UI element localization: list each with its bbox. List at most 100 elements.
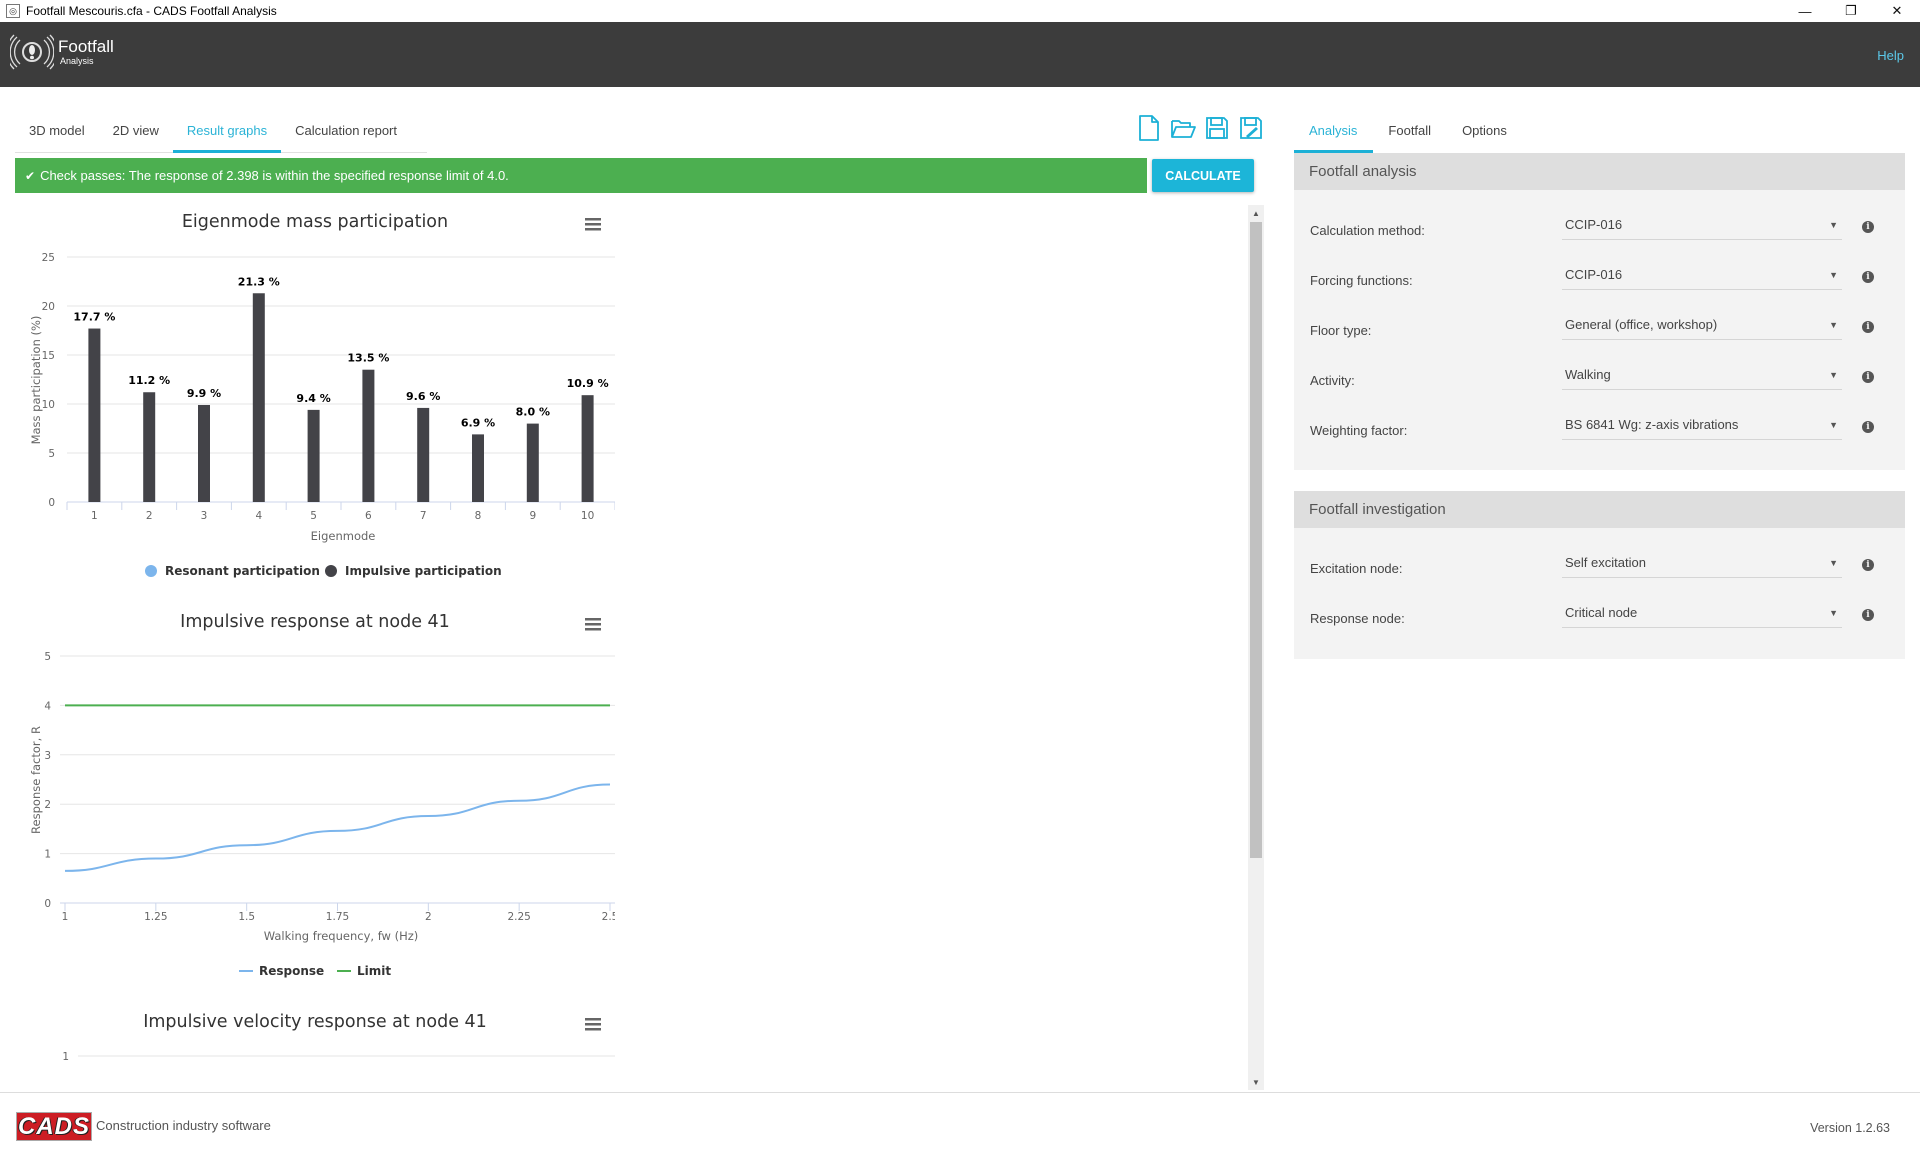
- forcing-functions-select[interactable]: CCIP-016 ▼: [1562, 263, 1842, 290]
- data-label: 9.6 %: [406, 390, 440, 403]
- x-tick-label: 2.5: [602, 911, 615, 923]
- y-tick-label: 25: [42, 252, 55, 264]
- legend-item-impulsive[interactable]: Impulsive participation: [325, 564, 502, 578]
- bar-impulsive: [88, 328, 101, 502]
- weighting-factor-select[interactable]: BS 6841 Wg: z-axis vibrations ▼: [1562, 413, 1842, 440]
- select-value: General (office, workshop): [1565, 317, 1718, 332]
- results-scrollbar[interactable]: ▲ ▼: [1248, 205, 1264, 1090]
- file-toolbar: [1136, 114, 1264, 142]
- field-label: Floor type:: [1310, 323, 1372, 338]
- legend-label-limit: Limit: [357, 964, 391, 978]
- response-node-select[interactable]: Critical node ▼: [1562, 601, 1842, 628]
- tab-calculation-report[interactable]: Calculation report: [281, 115, 411, 153]
- velocity-response-chart: Impulsive velocity response at node 41 1: [15, 1000, 615, 1090]
- impulsive-response-chart-svg: Impulsive response at node 41 012345 1 1.…: [29, 612, 615, 978]
- dropdown-caret-icon: ▼: [1829, 320, 1838, 330]
- tab-2d-view[interactable]: 2D view: [99, 115, 173, 153]
- dropdown-caret-icon: ▼: [1829, 608, 1838, 618]
- dropdown-caret-icon: ▼: [1829, 270, 1838, 280]
- save-icon[interactable]: [1204, 114, 1230, 142]
- minimize-button[interactable]: —: [1782, 0, 1828, 22]
- tab-result-graphs[interactable]: Result graphs: [172, 115, 282, 153]
- response-series-line: [64, 783, 611, 872]
- tab-3d-model[interactable]: 3D model: [15, 115, 99, 153]
- floor-type-select[interactable]: General (office, workshop) ▼: [1562, 313, 1842, 340]
- calculation-method-select[interactable]: CCIP-016 ▼: [1562, 213, 1842, 240]
- calculate-button[interactable]: CALCULATE: [1152, 159, 1254, 192]
- chart-menu-icon[interactable]: [585, 618, 601, 631]
- help-link[interactable]: Help: [1877, 48, 1904, 63]
- activity-select[interactable]: Walking ▼: [1562, 363, 1842, 390]
- chart-menu-icon[interactable]: [585, 1018, 601, 1031]
- x-tick-label: 6: [365, 510, 372, 522]
- new-file-icon[interactable]: [1136, 114, 1162, 142]
- footfall-analysis-panel: Footfall analysis Calculation method: CC…: [1294, 153, 1905, 470]
- info-icon[interactable]: i: [1862, 609, 1874, 621]
- info-icon[interactable]: i: [1862, 559, 1874, 571]
- y-tick-label: 1: [62, 1051, 69, 1063]
- field-excitation-node: Excitation node: Self excitation ▼ i: [1294, 543, 1905, 593]
- settings-tabs: Analysis Footfall Options: [1294, 115, 1524, 153]
- logo-sub-text: Analysis: [60, 56, 94, 66]
- bar-impulsive: [252, 293, 265, 502]
- bar-impulsive: [362, 369, 375, 502]
- tab-options[interactable]: Options: [1447, 115, 1523, 153]
- scroll-up-arrow-icon[interactable]: ▲: [1248, 205, 1264, 221]
- legend-label-resonant: Resonant participation: [165, 564, 320, 578]
- panel-title: Footfall investigation: [1294, 491, 1905, 528]
- chart-menu-icon[interactable]: [585, 218, 601, 231]
- legend: Response Limit: [239, 964, 391, 978]
- x-tick-label: 3: [201, 510, 208, 522]
- open-folder-icon[interactable]: [1170, 114, 1196, 142]
- velocity-response-chart-svg: Impulsive velocity response at node 41 1: [62, 1012, 615, 1063]
- legend-marker-resonant: [145, 565, 157, 577]
- scroll-thumb[interactable]: [1250, 222, 1262, 858]
- tab-footfall[interactable]: Footfall: [1373, 115, 1447, 153]
- excitation-node-select[interactable]: Self excitation ▼: [1562, 551, 1842, 578]
- window-title: Footfall Mescouris.cfa - CADS Footfall A…: [26, 4, 277, 18]
- tab-analysis[interactable]: Analysis: [1294, 115, 1374, 153]
- field-response-node: Response node: Critical node ▼ i: [1294, 593, 1905, 643]
- info-icon[interactable]: i: [1862, 271, 1874, 283]
- eigenmode-chart: Eigenmode mass participation 0 5 10 15 20 25 …: [15, 200, 615, 590]
- footer-tagline: Construction industry software: [96, 1118, 271, 1133]
- info-icon[interactable]: i: [1862, 421, 1874, 433]
- select-value: BS 6841 Wg: z-axis vibrations: [1565, 417, 1739, 432]
- close-button[interactable]: ✕: [1874, 0, 1920, 22]
- check-status-text: Check passes: The response of 2.398 is w…: [40, 168, 509, 183]
- save-as-icon[interactable]: [1238, 114, 1264, 142]
- field-activity: Activity: Walking ▼ i: [1294, 355, 1905, 405]
- data-label: 9.4 %: [296, 392, 330, 405]
- y-tick-label: 10: [42, 399, 55, 411]
- field-label: Response node:: [1310, 611, 1405, 626]
- scroll-down-arrow-icon[interactable]: ▼: [1248, 1074, 1264, 1090]
- field-label: Excitation node:: [1310, 561, 1403, 576]
- bar-impulsive: [307, 409, 320, 502]
- logo-main-text: Footfall: [58, 37, 114, 56]
- footprint-waves-icon: [10, 34, 54, 70]
- field-weighting-factor: Weighting factor: BS 6841 Wg: z-axis vib…: [1294, 405, 1905, 455]
- x-tick-label: 10: [581, 510, 594, 522]
- x-tick-label: 8: [475, 510, 482, 522]
- legend-item-resonant[interactable]: Resonant participation: [145, 564, 320, 578]
- info-icon[interactable]: i: [1862, 321, 1874, 333]
- data-label: 6.9 %: [461, 416, 495, 429]
- bar-impulsive: [143, 392, 156, 502]
- y-tick-label: 0: [48, 497, 55, 509]
- field-forcing-functions: Forcing functions: CCIP-016 ▼ i: [1294, 255, 1905, 305]
- legend-item-response[interactable]: Response: [239, 964, 324, 978]
- bar-impulsive: [472, 434, 484, 502]
- y-tick-label: 5: [48, 448, 55, 460]
- data-label: 13.5 %: [347, 352, 389, 365]
- version-label: Version 1.2.63: [1810, 1121, 1890, 1135]
- info-icon[interactable]: i: [1862, 221, 1874, 233]
- data-label: 8.0 %: [516, 406, 550, 419]
- dropdown-caret-icon: ▼: [1829, 220, 1838, 230]
- checkmark-icon: ✔: [25, 168, 36, 183]
- legend-item-limit[interactable]: Limit: [337, 964, 391, 978]
- y-tick-label: 15: [42, 350, 55, 362]
- restore-button[interactable]: ❐: [1828, 0, 1874, 22]
- data-label: 9.9 %: [187, 387, 221, 400]
- eigenmode-chart-svg: Eigenmode mass participation 0510152025 …: [29, 212, 615, 578]
- info-icon[interactable]: i: [1862, 371, 1874, 383]
